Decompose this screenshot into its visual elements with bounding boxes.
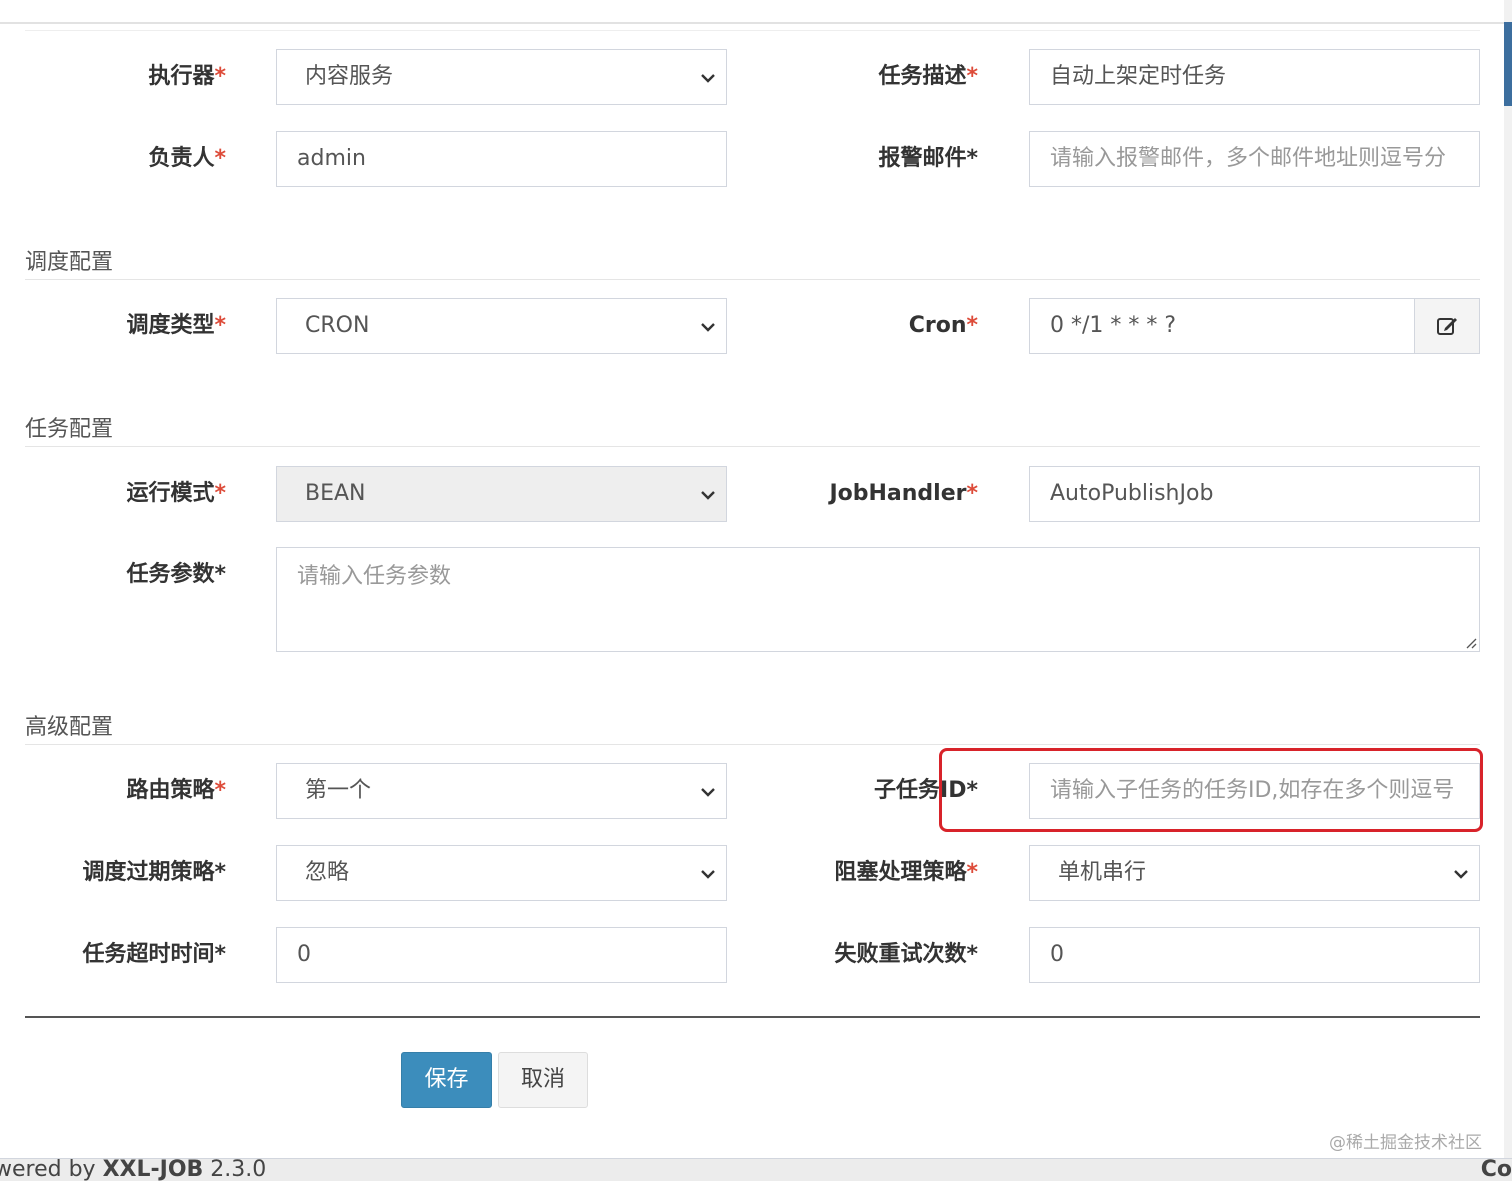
schedule-type-label: 调度类型* [126,313,226,338]
section-schedule-title: 调度配置 [25,250,114,275]
author-input[interactable]: admin [276,131,727,187]
chevron-down-icon [701,870,715,879]
glue-type-select[interactable]: BEAN [276,466,727,522]
chevron-down-icon [701,491,715,500]
page-footer: wered by XXL-JOB 2.3.0 Co [0,1158,1512,1181]
executor-label: 执行器* [148,64,226,89]
route-select[interactable]: 第一个 [276,763,727,819]
job-params-textarea[interactable]: 请输入任务参数 [276,547,1480,652]
resize-handle-icon[interactable] [1463,635,1477,649]
timeout-label: 任务超时时间* [82,942,226,967]
edit-icon [1437,318,1457,335]
section-schedule-line [25,279,1480,280]
route-label: 路由策略* [126,778,226,803]
chevron-down-icon [701,74,715,83]
powered-by-text: wered by XXL-JOB 2.3.0 [0,1157,267,1181]
chevron-down-icon [701,788,715,797]
section-advanced-line [25,744,1480,745]
watermark: @稀土掘金技术社区 [1329,1133,1482,1153]
footer-right-text: Co [1480,1157,1512,1181]
section-advanced-title: 高级配置 [25,715,114,740]
executor-value: 内容服务 [305,64,394,89]
section-job-title: 任务配置 [25,417,114,442]
cron-edit-button[interactable] [1414,298,1480,354]
form-divider [25,1016,1480,1018]
misfire-select[interactable]: 忽略 [276,845,727,901]
timeout-input[interactable]: 0 [276,927,727,983]
alarm-email-input[interactable]: 请输入报警邮件，多个邮件地址则逗号分 [1029,131,1480,187]
chevron-down-icon [1454,870,1468,879]
job-desc-label: 任务描述* [878,64,978,89]
job-params-label: 任务参数* [126,562,226,587]
chevron-down-icon [701,323,715,332]
annotation-highlight-box [939,748,1483,832]
job-desc-input[interactable]: 自动上架定时任务 [1029,49,1480,105]
cancel-button[interactable]: 取消 [498,1052,588,1108]
block-strategy-select[interactable]: 单机串行 [1029,845,1480,901]
header-divider [25,30,1480,31]
block-strategy-label: 阻塞处理策略* [834,860,978,885]
misfire-label: 调度过期策略* [82,860,226,885]
author-label: 负责人* [148,146,226,171]
alarm-email-label: 报警邮件* [878,146,978,171]
retry-input[interactable]: 0 [1029,927,1480,983]
job-handler-label: JobHandler* [829,481,978,506]
scrollbar-thumb[interactable] [1504,22,1512,106]
section-job-line [25,446,1480,447]
job-handler-input[interactable]: AutoPublishJob [1029,466,1480,522]
retry-label: 失败重试次数* [834,942,978,967]
cron-input[interactable]: 0 */1 * * * ? [1029,298,1415,354]
modal-header-border [0,0,1505,24]
cron-label: Cron* [908,313,978,338]
executor-select[interactable]: 内容服务 [276,49,727,105]
glue-type-label: 运行模式* [126,481,226,506]
schedule-type-select[interactable]: CRON [276,298,727,354]
scrollbar[interactable] [1504,0,1512,1160]
save-button[interactable]: 保存 [401,1052,492,1108]
